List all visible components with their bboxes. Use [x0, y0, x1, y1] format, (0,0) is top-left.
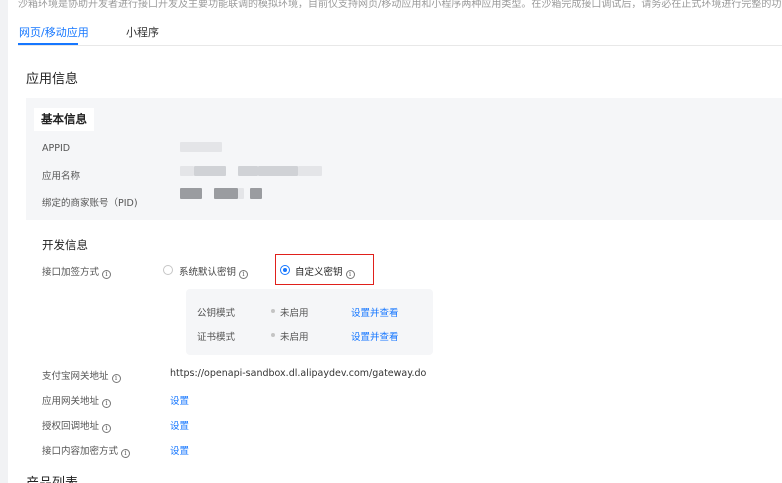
pid-redacted-3	[238, 188, 244, 199]
auth-callback-label-text: 授权回调地址	[42, 421, 100, 432]
app-name-redacted-1	[180, 166, 194, 176]
cert-mode-status: 未启用	[280, 332, 309, 343]
info-icon[interactable]: i	[102, 270, 112, 279]
cert-mode-label: 证书模式	[197, 332, 236, 343]
basic-info-heading: 基本信息	[34, 108, 94, 131]
alipay-gateway-url: https://openapi-sandbox.dl.alipaydev.com…	[170, 368, 427, 379]
app-name-redacted-3	[238, 166, 258, 176]
sandbox-notice: 沙箱环境是协助开发者进行接口开发及主要功能联调的模拟环境，目前仅支持网页/移动应…	[18, 0, 782, 10]
pid-redacted-2	[214, 188, 238, 199]
sign-method-label: 接口加签方式 i	[42, 264, 112, 279]
app-name-redacted-2	[194, 166, 226, 176]
key-mode-panel	[186, 289, 433, 355]
info-icon[interactable]: i	[239, 270, 249, 279]
public-key-setup-link[interactable]: 设置并查看	[351, 305, 399, 319]
basic-info-panel: 基本信息	[26, 98, 782, 220]
status-dot	[271, 309, 275, 313]
custom-key-highlight-box	[275, 254, 374, 285]
auth-callback-setup-link[interactable]: 设置	[170, 418, 189, 432]
appid-value-redacted	[180, 142, 222, 152]
app-gateway-label-text: 应用网关地址	[42, 396, 100, 407]
info-icon[interactable]: i	[102, 424, 112, 433]
system-default-key-label: 系统默认密钥	[179, 267, 237, 278]
appid-label: APPID	[42, 143, 71, 154]
status-dot	[271, 333, 275, 337]
app-gateway-setup-link[interactable]: 设置	[170, 393, 189, 407]
app-info-heading: 应用信息	[26, 72, 79, 87]
left-sidebar-edge	[0, 0, 8, 483]
merchant-pid-label: 绑定的商家账号（PID)	[42, 198, 138, 209]
content-encryption-label-text: 接口内容加密方式	[42, 446, 119, 457]
app-gateway-label: 应用网关地址 i	[42, 393, 112, 408]
dev-info-heading: 开发信息	[42, 238, 88, 252]
public-key-mode-label: 公钥模式	[197, 308, 236, 319]
active-tab-indicator	[18, 43, 78, 45]
cert-mode-setup-link[interactable]: 设置并查看	[351, 329, 399, 343]
app-name-label: 应用名称	[42, 171, 81, 182]
content-encryption-label: 接口内容加密方式 i	[42, 443, 131, 458]
alipay-gateway-label: 支付宝网关地址 i	[42, 368, 121, 383]
app-name-redacted-5	[298, 166, 322, 176]
info-icon[interactable]: i	[102, 399, 112, 408]
info-icon[interactable]: i	[111, 374, 121, 383]
sign-method-label-text: 接口加签方式	[42, 267, 100, 278]
pid-redacted-4	[250, 188, 262, 199]
info-icon[interactable]: i	[121, 449, 131, 458]
app-name-redacted-4	[258, 166, 298, 176]
app-type-tabs: 网页/移动应用 小程序	[18, 18, 782, 46]
content-encryption-setup-link[interactable]: 设置	[170, 443, 189, 457]
product-list-heading: 产品列表	[26, 472, 78, 483]
tab-web-mobile-app[interactable]: 网页/移动应用	[19, 24, 89, 40]
system-default-key-option[interactable]: 系统默认密钥 i	[179, 264, 249, 279]
auth-callback-label: 授权回调地址 i	[42, 418, 112, 433]
tab-mini-program[interactable]: 小程序	[126, 24, 159, 40]
public-key-mode-status: 未启用	[280, 308, 309, 319]
pid-redacted-1	[180, 188, 202, 199]
alipay-gateway-label-text: 支付宝网关地址	[42, 371, 109, 382]
radio-system-default-key[interactable]	[163, 265, 173, 275]
